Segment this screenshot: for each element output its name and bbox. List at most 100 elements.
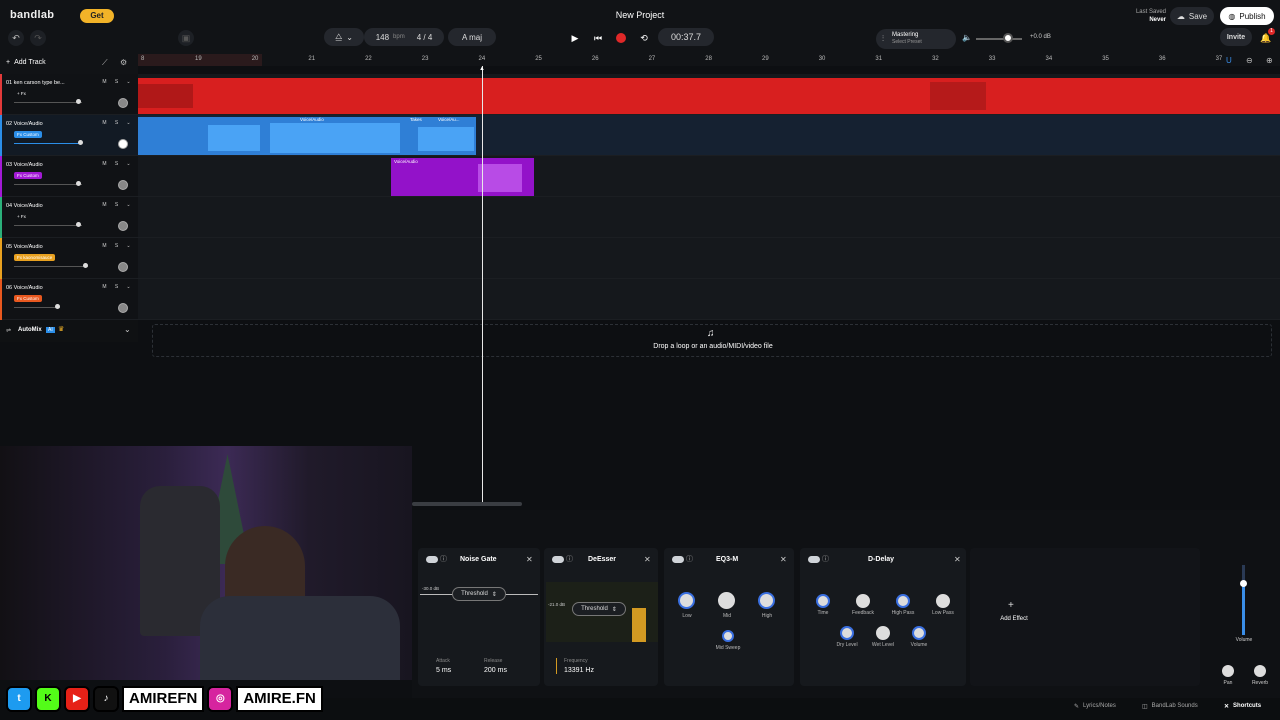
volume-slider[interactable]: [14, 225, 82, 226]
chevron-down-icon[interactable]: ⌄: [124, 325, 131, 334]
solo-button[interactable]: S: [112, 242, 121, 251]
fx-button[interactable]: Fx kaonomisauce: [14, 254, 56, 261]
track-name[interactable]: 01 ken carson type be...: [6, 80, 65, 86]
volume-slider[interactable]: [14, 307, 60, 308]
mute-button[interactable]: M: [100, 119, 109, 128]
close-icon[interactable]: ✕: [954, 555, 961, 564]
info-icon[interactable]: ⓘ: [566, 554, 573, 564]
master-volume-handle[interactable]: [1003, 33, 1013, 43]
chevron-down-icon[interactable]: ⌄: [124, 242, 133, 251]
time-knob[interactable]: [816, 594, 830, 608]
high-knob[interactable]: [758, 592, 775, 609]
solo-button[interactable]: S: [112, 78, 121, 87]
noise-gate-plugin[interactable]: ⓘ Noise Gate ✕ -30.0 dB Threshold ⇕ Attac…: [418, 548, 540, 686]
volume-handle[interactable]: [83, 263, 88, 268]
pan-knob[interactable]: [118, 98, 128, 108]
chevron-down-icon[interactable]: ⌄: [124, 201, 133, 210]
get-button[interactable]: Get: [80, 9, 114, 23]
info-icon[interactable]: ⓘ: [440, 554, 447, 564]
fx-button[interactable]: + Fx: [14, 213, 29, 220]
dry-level-knob[interactable]: [840, 626, 854, 640]
track-header-3[interactable]: 03 Voice/Audio Fx Custom M S ⌄: [0, 156, 138, 197]
volume-handle[interactable]: [76, 181, 81, 186]
volume-knob[interactable]: [912, 626, 926, 640]
fx-button[interactable]: Fx Custom: [14, 172, 42, 179]
automix-row[interactable]: ⇌ AutoMix AI ♛ ⌄: [0, 320, 138, 342]
track-header-2[interactable]: 02 Voice/Audio Fx Custom M S ⌄: [0, 115, 138, 156]
ddelay-plugin[interactable]: ⓘ D-Delay ✕ Time Feedback High Pass Low …: [800, 548, 966, 686]
add-track-button[interactable]: + Add Track: [6, 59, 46, 66]
track-lane-3[interactable]: Voice/Audio: [138, 156, 1280, 197]
invite-button[interactable]: Invite: [1220, 28, 1252, 46]
skip-back-icon[interactable]: ⏮: [590, 30, 606, 46]
low-knob[interactable]: [678, 592, 695, 609]
close-icon[interactable]: ✕: [644, 555, 651, 564]
toggle-switch[interactable]: [426, 556, 438, 563]
release-value[interactable]: 200 ms: [484, 667, 507, 674]
key-selector[interactable]: A maj: [448, 28, 496, 46]
mute-button[interactable]: M: [100, 78, 109, 87]
add-effect-label[interactable]: Add Effect: [984, 616, 1044, 622]
pan-knob[interactable]: [118, 180, 128, 190]
speaker-icon[interactable]: 🔈: [962, 33, 972, 42]
volume-slider[interactable]: [14, 143, 82, 144]
mute-button[interactable]: M: [100, 242, 109, 251]
publish-button[interactable]: ◍ Publish: [1220, 7, 1274, 25]
mute-button[interactable]: M: [100, 201, 109, 210]
tempo-field[interactable]: 148 bpm 4 / 4: [364, 28, 444, 46]
track-lane-1[interactable]: [138, 74, 1280, 115]
undo-icon[interactable]: ↶: [8, 30, 24, 46]
redo-icon[interactable]: ↷: [30, 30, 46, 46]
track-name[interactable]: 05 Voice/Audio: [6, 244, 43, 250]
solo-button[interactable]: S: [112, 201, 121, 210]
record-icon[interactable]: [616, 33, 626, 43]
project-title[interactable]: New Project: [590, 10, 690, 20]
zoom-in-icon[interactable]: ⊕: [1266, 56, 1273, 65]
mute-button[interactable]: M: [100, 160, 109, 169]
zoom-out-icon[interactable]: ⊖: [1246, 56, 1253, 65]
volume-slider[interactable]: [14, 266, 88, 267]
eq3-plugin[interactable]: ⓘ EQ3-M ✕ Low Mid High Mid Sweep: [664, 548, 794, 686]
metronome-button[interactable]: ⧋ ⌄: [324, 28, 364, 46]
chevron-down-icon[interactable]: ⌄: [124, 119, 133, 128]
threshold-select[interactable]: Threshold ⇕: [452, 587, 506, 601]
attack-value[interactable]: 5 ms: [436, 667, 451, 674]
mastering-button[interactable]: ⫶ Mastering Select Preset: [876, 29, 956, 49]
solo-button[interactable]: S: [112, 119, 121, 128]
track-lane-4[interactable]: [138, 197, 1280, 238]
volume-slider[interactable]: [14, 102, 82, 103]
settings-icon[interactable]: ⚙: [120, 58, 127, 67]
wet-level-knob[interactable]: [876, 626, 890, 640]
master-pan-knob[interactable]: [1222, 665, 1234, 677]
solo-button[interactable]: S: [112, 160, 121, 169]
volume-handle[interactable]: [55, 304, 60, 309]
playhead-marker-icon[interactable]: ▲: [479, 66, 485, 72]
track-lane-2[interactable]: Voice/Audio Takes Voice/Au...: [138, 115, 1280, 156]
track-header-1[interactable]: 01 ken carson type be... + Fx M S ⌄: [0, 74, 138, 115]
track-name[interactable]: 02 Voice/Audio: [6, 121, 43, 127]
track-name[interactable]: 04 Voice/Audio: [6, 203, 43, 209]
high-pass-knob[interactable]: [896, 594, 910, 608]
threshold-select[interactable]: Threshold ⇕: [572, 602, 626, 616]
feedback-knob[interactable]: [856, 594, 870, 608]
volume-slider[interactable]: [14, 184, 82, 185]
close-icon[interactable]: ✕: [780, 555, 787, 564]
volume-handle[interactable]: [76, 222, 81, 227]
fx-button[interactable]: Fx Custom: [14, 295, 42, 302]
plus-icon[interactable]: +: [1008, 600, 1014, 611]
pan-knob[interactable]: [118, 139, 128, 149]
horizontal-scrollbar[interactable]: [412, 502, 522, 506]
volume-handle[interactable]: [76, 99, 81, 104]
timeline-ruler[interactable]: 8 19 20 21 22 23 24 25 26 27 28 29 30 31 32 33 34 35 36 37 …: [138, 54, 1280, 66]
mid-knob[interactable]: [718, 592, 735, 609]
chevron-down-icon[interactable]: ⌄: [124, 160, 133, 169]
track-name[interactable]: 06 Voice/Audio: [6, 285, 43, 291]
audio-clip[interactable]: [138, 78, 1280, 114]
track-lane-6[interactable]: [138, 279, 1280, 320]
info-icon[interactable]: ⓘ: [686, 554, 693, 564]
toggle-switch[interactable]: [808, 556, 820, 563]
info-icon[interactable]: ⓘ: [822, 554, 829, 564]
fx-button[interactable]: Fx Custom: [14, 131, 42, 138]
master-volume-slider[interactable]: [976, 38, 1022, 40]
track-lane-5[interactable]: [138, 238, 1280, 279]
